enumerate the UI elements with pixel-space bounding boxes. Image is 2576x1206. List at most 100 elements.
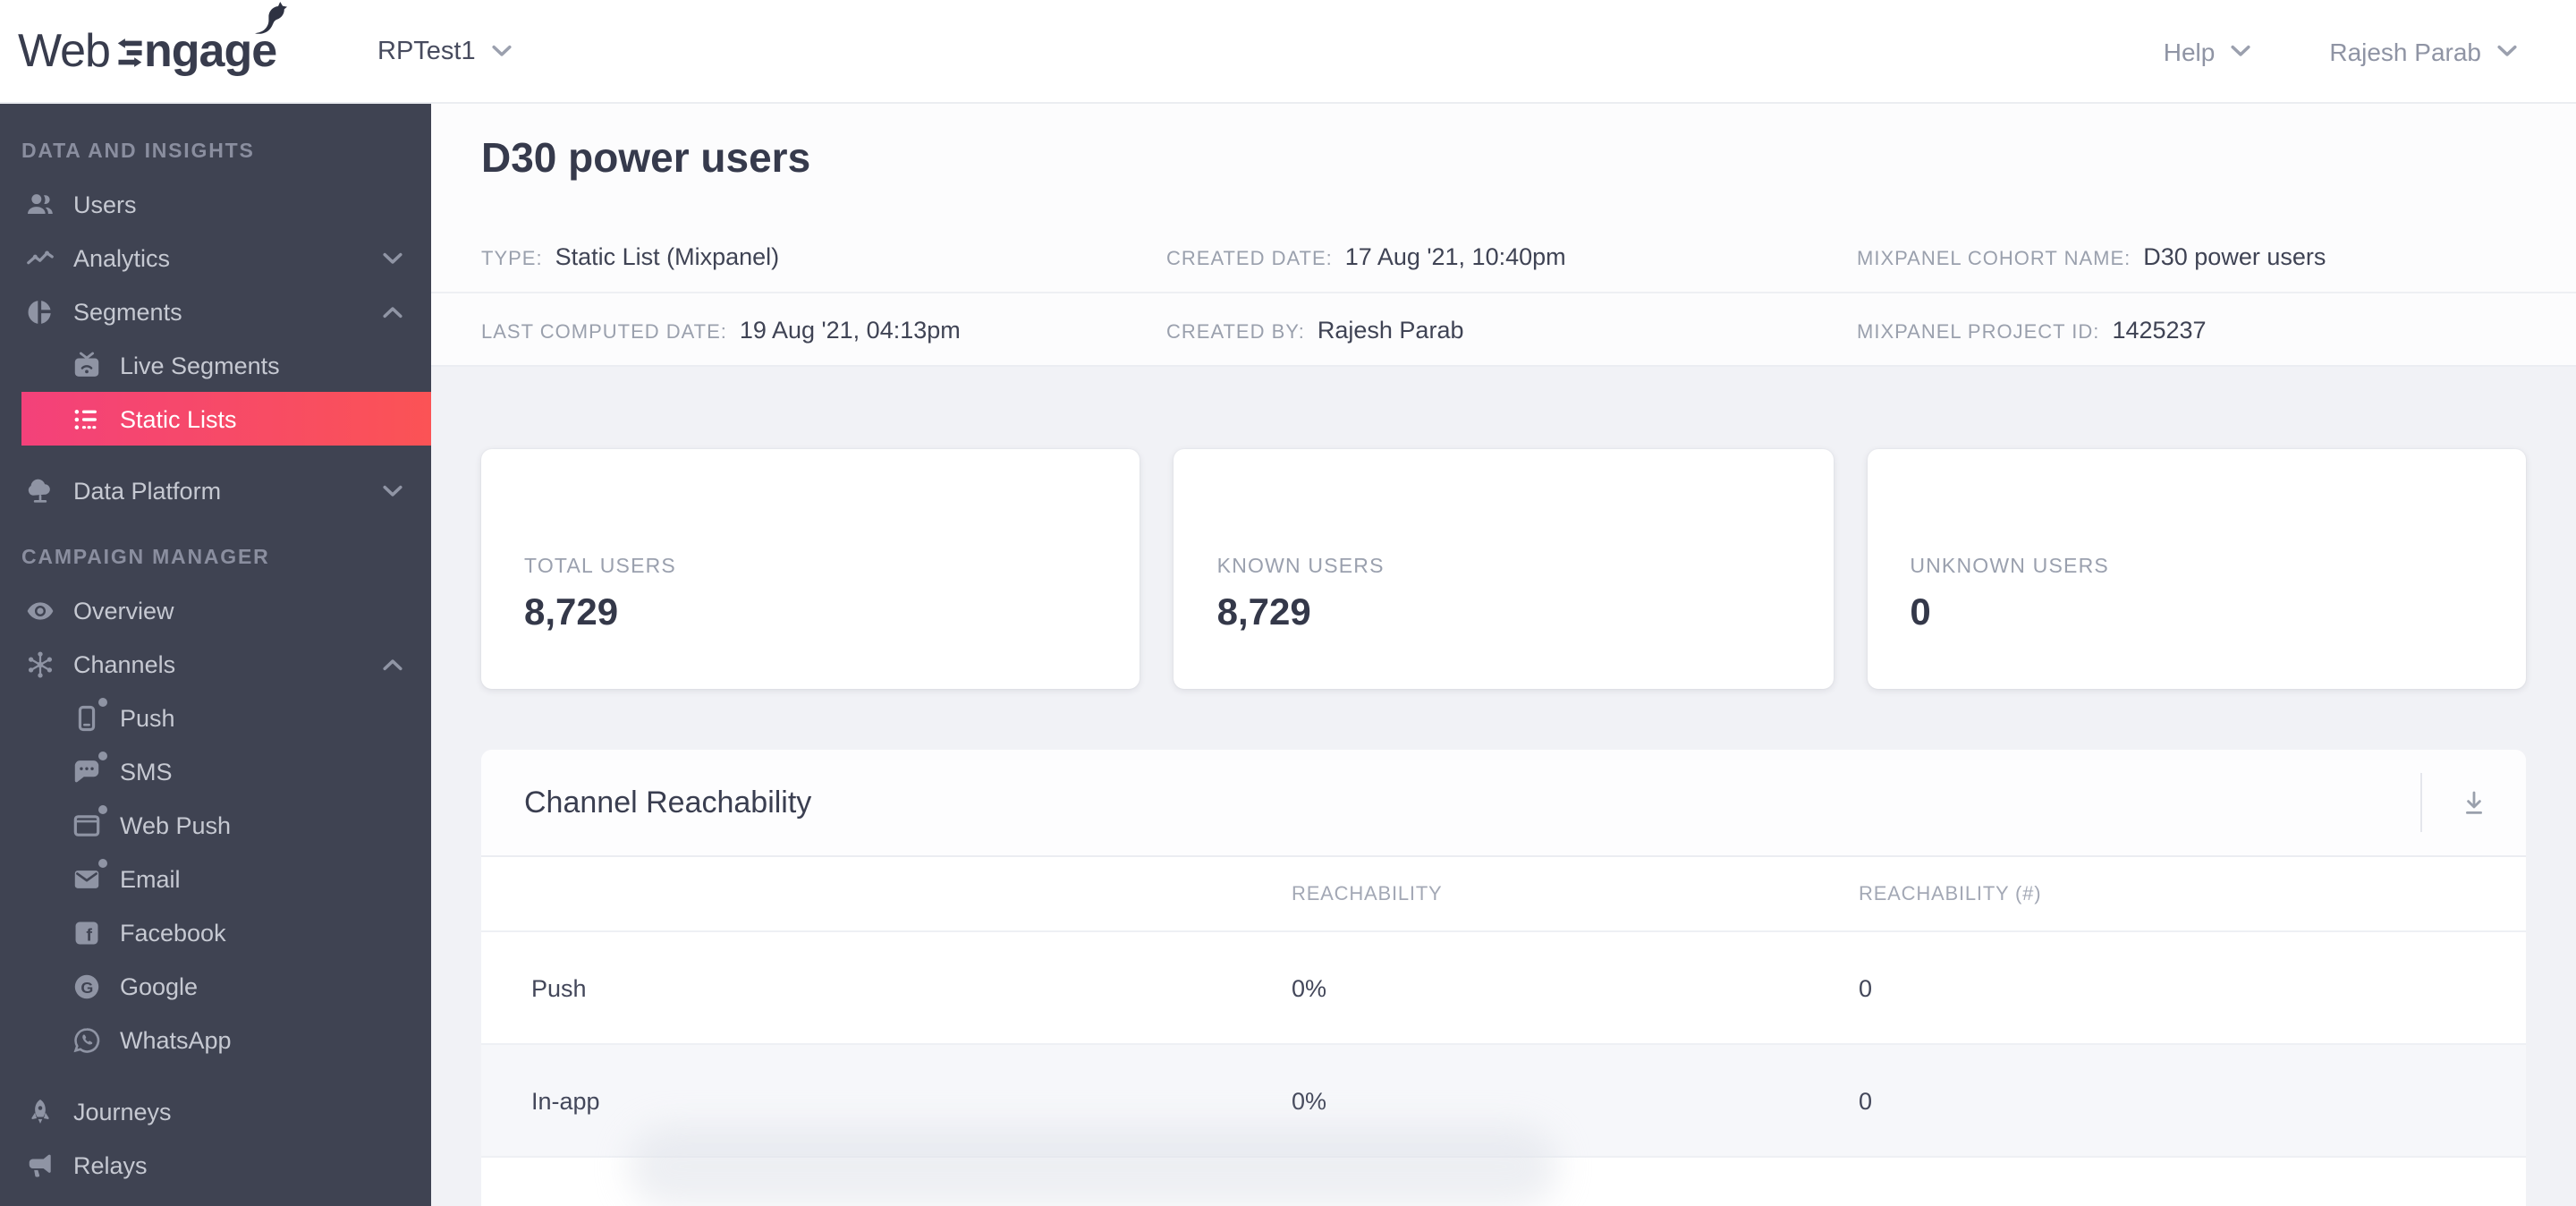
svg-text:f: f: [85, 925, 91, 945]
help-menu[interactable]: Help: [2164, 37, 2251, 65]
top-navbar: Web ngage RPTest1 Help Rajesh Parab: [0, 0, 2576, 104]
channels-hub-icon: [21, 648, 57, 680]
sidebar-item-web-push[interactable]: Web Push: [0, 798, 431, 852]
column-header-reachability-count: REACHABILITY (#): [1859, 883, 2042, 904]
sidebar-item-channels[interactable]: Channels: [0, 637, 431, 691]
data-platform-icon: [21, 474, 57, 506]
section-campaign-manager: CAMPAIGN MANAGER: [21, 548, 270, 569]
chevron-down-icon: [383, 484, 402, 496]
page-header-band: D30 power users TYPE: Static List (Mixpa…: [431, 104, 2576, 367]
live-segments-icon: [68, 349, 104, 381]
email-icon: [68, 859, 107, 895]
sidebar-item-segments[interactable]: Segments: [0, 285, 431, 338]
sidebar-item-live-segments[interactable]: Live Segments: [0, 338, 431, 392]
chevron-down-icon: [2497, 45, 2517, 56]
logo-arrows-e-icon: [116, 38, 141, 67]
sidebar-item-label: Email: [120, 865, 181, 892]
web-push-icon: [68, 805, 107, 841]
sidebar-item-overview[interactable]: Overview: [0, 583, 431, 637]
notification-dot: [98, 698, 107, 707]
card-label: TOTAL USERS: [524, 556, 676, 578]
panel-header: Channel Reachability: [481, 750, 2526, 857]
sidebar-item-label: Overview: [73, 597, 174, 624]
topbar-right-menu: Help Rajesh Parab: [2164, 0, 2517, 102]
sidebar-item-label: Channels: [73, 650, 176, 677]
sidebar-item-journeys[interactable]: Journeys: [0, 1084, 431, 1138]
sidebar-item-label: Journeys: [73, 1098, 172, 1125]
segments-icon: [21, 295, 57, 327]
card-value: 8,729: [524, 592, 619, 633]
table-column-headers: REACHABILITY REACHABILITY (#): [481, 857, 2526, 932]
sidebar-item-data-platform[interactable]: Data Platform: [0, 463, 431, 517]
logo-text-web: Web: [18, 23, 111, 77]
sidebar-item-label: Facebook: [120, 919, 226, 946]
sidebar-item-label: Analytics: [73, 244, 171, 271]
chevron-down-icon: [492, 45, 512, 56]
sidebar-item-label: Push: [120, 704, 175, 731]
download-button[interactable]: [2420, 750, 2526, 855]
channel-reachability-panel: Channel Reachability REACHABILITY REACHA…: [481, 750, 2526, 1206]
help-label: Help: [2163, 37, 2216, 65]
section-data-and-insights: DATA AND INSIGHTS: [21, 141, 255, 163]
card-label: UNKNOWN USERS: [1910, 556, 2109, 578]
notification-dot: [98, 859, 107, 868]
project-selector[interactable]: RPTest1: [377, 0, 512, 102]
card-label: KNOWN USERS: [1216, 556, 1385, 578]
chevron-up-icon: [383, 658, 402, 670]
panel-title: Channel Reachability: [524, 785, 812, 819]
project-name: RPTest1: [377, 37, 476, 65]
sidebar-item-relays[interactable]: Relays: [0, 1138, 431, 1192]
page-title: D30 power users: [481, 134, 811, 181]
user-menu[interactable]: Rajesh Parab: [2329, 37, 2517, 65]
webengage-logo[interactable]: Web ngage: [18, 0, 287, 102]
unknown-users-card: UNKNOWN USERS 0: [1867, 449, 2526, 689]
sidebar-item-analytics[interactable]: Analytics: [0, 231, 431, 285]
sidebar-item-label: Users: [73, 191, 137, 217]
sidebar-item-label: Live Segments: [120, 352, 280, 378]
list-metadata: TYPE: Static List (Mixpanel) CREATED DAT…: [431, 220, 2576, 365]
sidebar-item-users[interactable]: Users: [0, 177, 431, 231]
cell-reachability-count: 0: [1859, 1087, 1873, 1114]
chevron-down-icon: [2231, 45, 2250, 56]
facebook-icon: f: [68, 916, 104, 948]
meta-type: TYPE: Static List (Mixpanel): [481, 242, 780, 269]
webengage-app: Web ngage RPTest1 Help Rajesh Parab DATA…: [0, 0, 2576, 1206]
sidebar-nav: DATA AND INSIGHTS Users Analytics Segmen…: [0, 104, 431, 1206]
sidebar-item-static-lists[interactable]: Static Lists: [21, 392, 431, 446]
cell-reachability: 0%: [1292, 974, 1327, 1001]
meta-last-computed-date: LAST COMPUTED DATE: 19 Aug '21, 04:13pm: [481, 316, 961, 343]
metadata-row-2: LAST COMPUTED DATE: 19 Aug '21, 04:13pm …: [431, 293, 2576, 365]
rocket-icon: [21, 1095, 57, 1127]
google-icon: G: [68, 970, 104, 1002]
stats-cards: TOTAL USERS 8,729 KNOWN USERS 8,729 UNKN…: [431, 367, 2576, 689]
sidebar-item-label: Data Platform: [73, 477, 222, 504]
svg-text:G: G: [80, 978, 92, 996]
logo-bird-icon: [254, 2, 287, 34]
whatsapp-icon: [68, 1023, 104, 1056]
sidebar-item-label: WhatsApp: [120, 1026, 232, 1053]
notification-dot: [98, 752, 107, 760]
sidebar-item-facebook[interactable]: f Facebook: [0, 905, 431, 959]
sidebar-item-label: SMS: [120, 758, 173, 785]
cell-reachability-count: 0: [1859, 974, 1873, 1001]
main-content: D30 power users TYPE: Static List (Mixpa…: [431, 104, 2576, 1206]
table-row-push: Push 0% 0: [481, 932, 2526, 1045]
column-header-reachability: REACHABILITY: [1292, 883, 1443, 904]
eye-icon: [21, 594, 57, 626]
sidebar-item-label: Google: [120, 972, 199, 999]
known-users-card: KNOWN USERS 8,729: [1174, 449, 1834, 689]
sidebar-item-label: Relays: [73, 1151, 148, 1178]
logo-text-ngage: ngage: [144, 2, 287, 79]
sidebar-item-sms[interactable]: SMS: [0, 744, 431, 798]
sidebar-item-push[interactable]: Push: [0, 691, 431, 744]
table-row-in-app: In-app 0% 0: [481, 1045, 2526, 1158]
chevron-down-icon: [383, 251, 402, 263]
sidebar-item-whatsapp[interactable]: WhatsApp: [0, 1013, 431, 1066]
notification-dot: [98, 805, 107, 814]
total-users-card: TOTAL USERS 8,729: [481, 449, 1140, 689]
sidebar-item-google[interactable]: G Google: [0, 959, 431, 1013]
sidebar-item-label: Segments: [73, 298, 182, 325]
sidebar-item-email[interactable]: Email: [0, 852, 431, 905]
meta-created-date: CREATED DATE: 17 Aug '21, 10:40pm: [1166, 242, 1566, 269]
card-value: 8,729: [1216, 592, 1311, 633]
